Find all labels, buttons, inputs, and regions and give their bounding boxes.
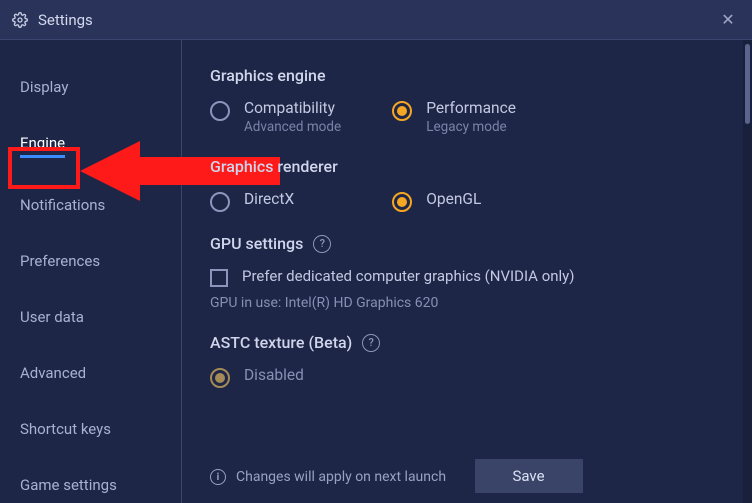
checkbox-icon <box>210 269 228 287</box>
titlebar: Settings ✕ <box>0 0 752 40</box>
sidebar-item-game-settings[interactable]: Game settings <box>0 466 181 503</box>
radio-option-astc-disabled[interactable]: Disabled <box>210 366 575 388</box>
radio-option-compatibility[interactable]: Compatibility Advanced mode <box>210 99 392 135</box>
window-title: Settings <box>38 11 93 29</box>
save-button[interactable]: Save <box>475 459 583 493</box>
radio-icon <box>210 192 230 212</box>
checkbox-prefer-dedicated-gpu[interactable]: Prefer dedicated computer graphics (NVID… <box>210 267 575 287</box>
close-icon[interactable]: ✕ <box>716 8 740 32</box>
sidebar-item-advanced[interactable]: Advanced <box>0 354 181 392</box>
section-title-graphics-engine: Graphics engine <box>210 66 575 85</box>
radio-icon <box>210 101 230 121</box>
gpu-in-use-text: GPU in use: Intel(R) HD Graphics 620 <box>210 295 575 311</box>
radio-icon <box>210 368 230 388</box>
main-panel: Graphics engine Compatibility Advanced m… <box>182 40 603 388</box>
section-title-graphics-renderer: Graphics renderer <box>210 157 575 176</box>
section-title-gpu-settings: GPU settings ? <box>210 234 575 253</box>
info-icon: i <box>210 469 226 485</box>
radio-icon <box>392 192 412 212</box>
radio-icon <box>392 101 412 121</box>
sidebar-item-notifications[interactable]: Notifications <box>0 186 181 224</box>
sidebar-item-engine[interactable]: Engine <box>0 124 181 168</box>
radio-option-directx[interactable]: DirectX <box>210 190 392 212</box>
sidebar-item-display[interactable]: Display <box>0 68 181 106</box>
scrollbar-thumb[interactable] <box>745 44 750 124</box>
sidebar-item-shortcut-keys[interactable]: Shortcut keys <box>0 410 181 448</box>
help-icon[interactable]: ? <box>313 235 331 253</box>
radio-option-performance[interactable]: Performance Legacy mode <box>392 99 574 135</box>
section-title-astc-texture: ASTC texture (Beta) ? <box>210 333 575 352</box>
sidebar: Display Engine Notifications Preferences… <box>0 40 182 503</box>
sidebar-item-user-data[interactable]: User data <box>0 298 181 336</box>
gear-icon <box>12 12 28 28</box>
sidebar-item-preferences[interactable]: Preferences <box>0 242 181 280</box>
help-icon[interactable]: ? <box>362 334 380 352</box>
radio-option-opengl[interactable]: OpenGL <box>392 190 574 212</box>
notice-changes-apply: i Changes will apply on next launch <box>210 469 446 485</box>
